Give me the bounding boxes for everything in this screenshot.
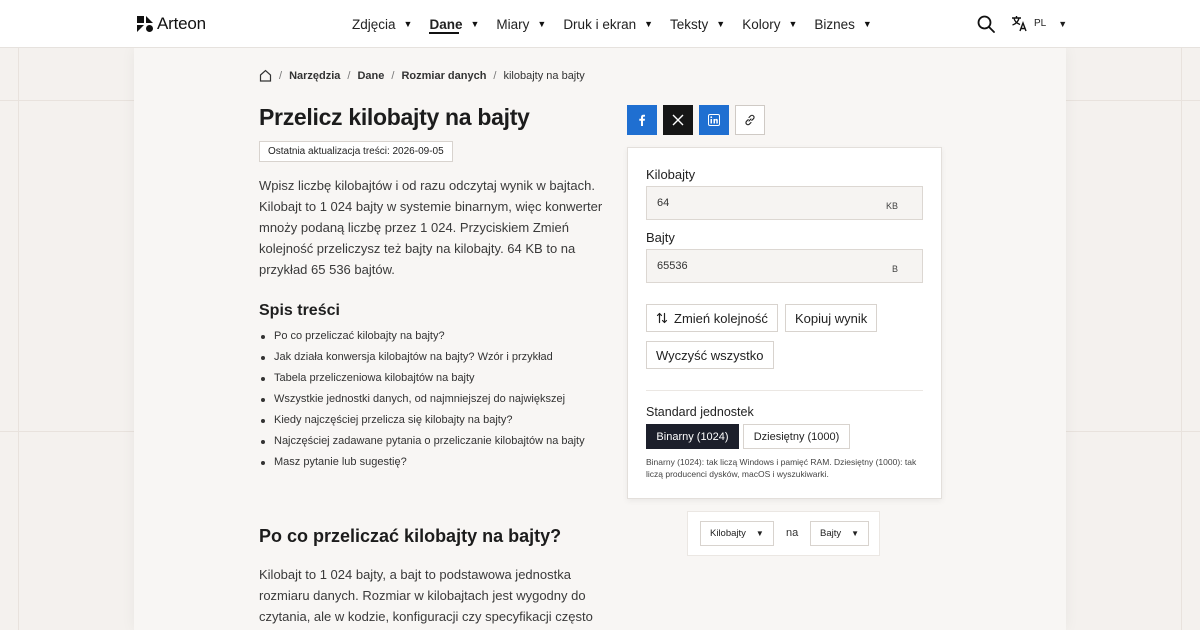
chevron-down-icon: ▼ [716, 19, 726, 29]
swap-button-label: Zmień kolejność [674, 310, 768, 326]
section-title: Po co przeliczać kilobajty na bajty? [259, 526, 562, 546]
last-updated-badge: Ostatnia aktualizacja treści: 2026-09-05 [259, 141, 453, 162]
from-unit-select[interactable]: Kilobajty ▼ [700, 521, 774, 546]
nav-label: Teksty [670, 16, 709, 32]
nav-label: Druk i ekran [563, 16, 637, 32]
breadcrumb-current: kilobajty na bajty [503, 69, 585, 82]
nav-item-biznes[interactable]: Biznes ▼ [814, 0, 871, 48]
toc-link[interactable]: Kiedy najczęściej przelicza się kilobajt… [259, 410, 585, 431]
nav-item-zdjecia[interactable]: Zdjęcia ▼ [352, 0, 412, 48]
chevron-down-icon: ▼ [862, 19, 872, 29]
breadcrumb: / Narzędzia / Dane / Rozmiar danych / ki… [259, 69, 585, 82]
breadcrumb-separator: / [493, 69, 497, 82]
unit-switcher-connector: na [786, 527, 799, 539]
toc-link[interactable]: Wszystkie jednostki danych, od najmniejs… [259, 389, 585, 410]
copy-link-button[interactable] [735, 105, 765, 135]
nav-item-dane[interactable]: Dane ▼ [429, 0, 479, 48]
chevron-down-icon: ▼ [470, 19, 480, 29]
link-icon [745, 114, 755, 126]
bytes-unit: B [891, 264, 898, 274]
chevron-down-icon: ▼ [788, 19, 798, 29]
bytes-value: 65536 [657, 260, 688, 272]
standard-binary-option[interactable]: Binarny (1024) [646, 424, 739, 449]
kilobytes-label: Kilobajty [646, 167, 696, 182]
share-x-button[interactable] [663, 105, 693, 135]
site-header: Arteon Zdjęcia ▼ Dane ▼ Miary ▼ Druk i e… [0, 0, 1200, 48]
chevron-down-icon: ▼ [403, 19, 413, 29]
breadcrumb-separator: / [391, 69, 395, 82]
nav-label: Zdjęcia [352, 16, 396, 32]
logo-mark-icon [137, 16, 153, 32]
unit-switcher: Kilobajty ▼ na Bajty ▼ [687, 511, 880, 556]
copy-result-button[interactable]: Kopiuj wynik [785, 304, 878, 332]
standard-decimal-option[interactable]: Dziesiętny (1000) [743, 424, 850, 449]
to-unit-value: Bajty [820, 528, 842, 539]
facebook-icon [639, 114, 645, 126]
nav-label: Miary [496, 16, 530, 32]
nav-label: Kolory [742, 16, 781, 32]
swap-icon [656, 312, 668, 324]
share-buttons [627, 105, 765, 135]
toc-link[interactable]: Masz pytanie lub sugestię? [259, 452, 585, 473]
nav-item-teksty[interactable]: Teksty ▼ [670, 0, 725, 48]
chevron-down-icon: ▼ [644, 19, 654, 29]
clear-all-button[interactable]: Wyczyść wszystko [646, 341, 774, 369]
nav-item-miary[interactable]: Miary ▼ [496, 0, 546, 48]
chevron-down-icon: ▼ [851, 529, 860, 538]
breadcrumb-item-dane[interactable]: Dane [357, 70, 384, 82]
home-icon[interactable] [259, 69, 272, 82]
converter-panel: Kilobajty 64 KB Bajty 65536 B Zmień kole… [627, 147, 942, 499]
toc-link[interactable]: Jak działa konwersja kilobajtów na bajty… [259, 347, 585, 368]
nav-label: Dane [429, 16, 463, 32]
bytes-label: Bajty [646, 230, 675, 245]
brand-name: Arteon [157, 14, 206, 33]
breadcrumb-item-rozmiar-danych[interactable]: Rozmiar danych [401, 70, 486, 82]
breadcrumb-separator: / [279, 69, 283, 82]
nav-item-kolory[interactable]: Kolory ▼ [742, 0, 797, 48]
breadcrumb-separator: / [347, 69, 351, 82]
main-nav: Zdjęcia ▼ Dane ▼ Miary ▼ Druk i ekran ▼ … [352, 0, 889, 48]
from-unit-value: Kilobajty [710, 528, 746, 539]
bytes-input[interactable]: 65536 B [646, 249, 923, 283]
page-title: Przelicz kilobajty na bajty [259, 104, 530, 130]
logo[interactable]: Arteon [137, 14, 206, 34]
clear-all-label: Wyczyść wszystko [656, 347, 764, 363]
search-icon[interactable] [977, 15, 995, 33]
nav-item-druk-i-ekran[interactable]: Druk i ekran ▼ [563, 0, 653, 48]
section-text: Kilobajt to 1 024 bajty, a bajt to podst… [259, 567, 593, 624]
to-unit-select[interactable]: Bajty ▼ [810, 521, 870, 546]
divider [646, 390, 923, 391]
toc-link[interactable]: Tabela przeliczeniowa kilobajtów na bajt… [259, 368, 585, 389]
unit-standard-label: Standard jednostek [646, 405, 754, 419]
main-content: / Narzędzia / Dane / Rozmiar danych / ki… [134, 48, 1066, 630]
toc-link[interactable]: Najczęściej zadawane pytania o przelicza… [259, 431, 585, 452]
swap-button[interactable]: Zmień kolejność [646, 304, 778, 332]
language-code: PL [1034, 18, 1047, 29]
chevron-down-icon: ▼ [755, 529, 764, 538]
share-facebook-button[interactable] [627, 105, 657, 135]
kilobytes-value: 64 [657, 197, 670, 209]
unit-standard-note: Binarny (1024): tak liczą Windows i pami… [646, 457, 917, 479]
share-linkedin-button[interactable] [699, 105, 729, 135]
intro-text: Wpisz liczbę kilobajtów i od razu odczyt… [259, 178, 603, 277]
toc-title: Spis treści [259, 302, 340, 319]
breadcrumb-item-narzedzia[interactable]: Narzędzia [289, 70, 340, 82]
translate-icon [1012, 16, 1027, 32]
linkedin-icon [708, 114, 720, 126]
chevron-down-icon: ▼ [537, 19, 547, 29]
toc-link[interactable]: Po co przeliczać kilobajty na bajty? [259, 326, 585, 347]
copy-result-label: Kopiuj wynik [795, 310, 868, 326]
chevron-down-icon: ▼ [1058, 18, 1068, 29]
kilobytes-input[interactable]: 64 KB [646, 186, 923, 220]
kilobytes-unit: KB [885, 201, 898, 211]
table-of-contents: Po co przeliczać kilobajty na bajty? Jak… [259, 326, 585, 473]
x-icon [672, 114, 684, 126]
nav-label: Biznes [814, 16, 855, 32]
language-switcher[interactable]: PL ▼ [1011, 15, 1067, 32]
